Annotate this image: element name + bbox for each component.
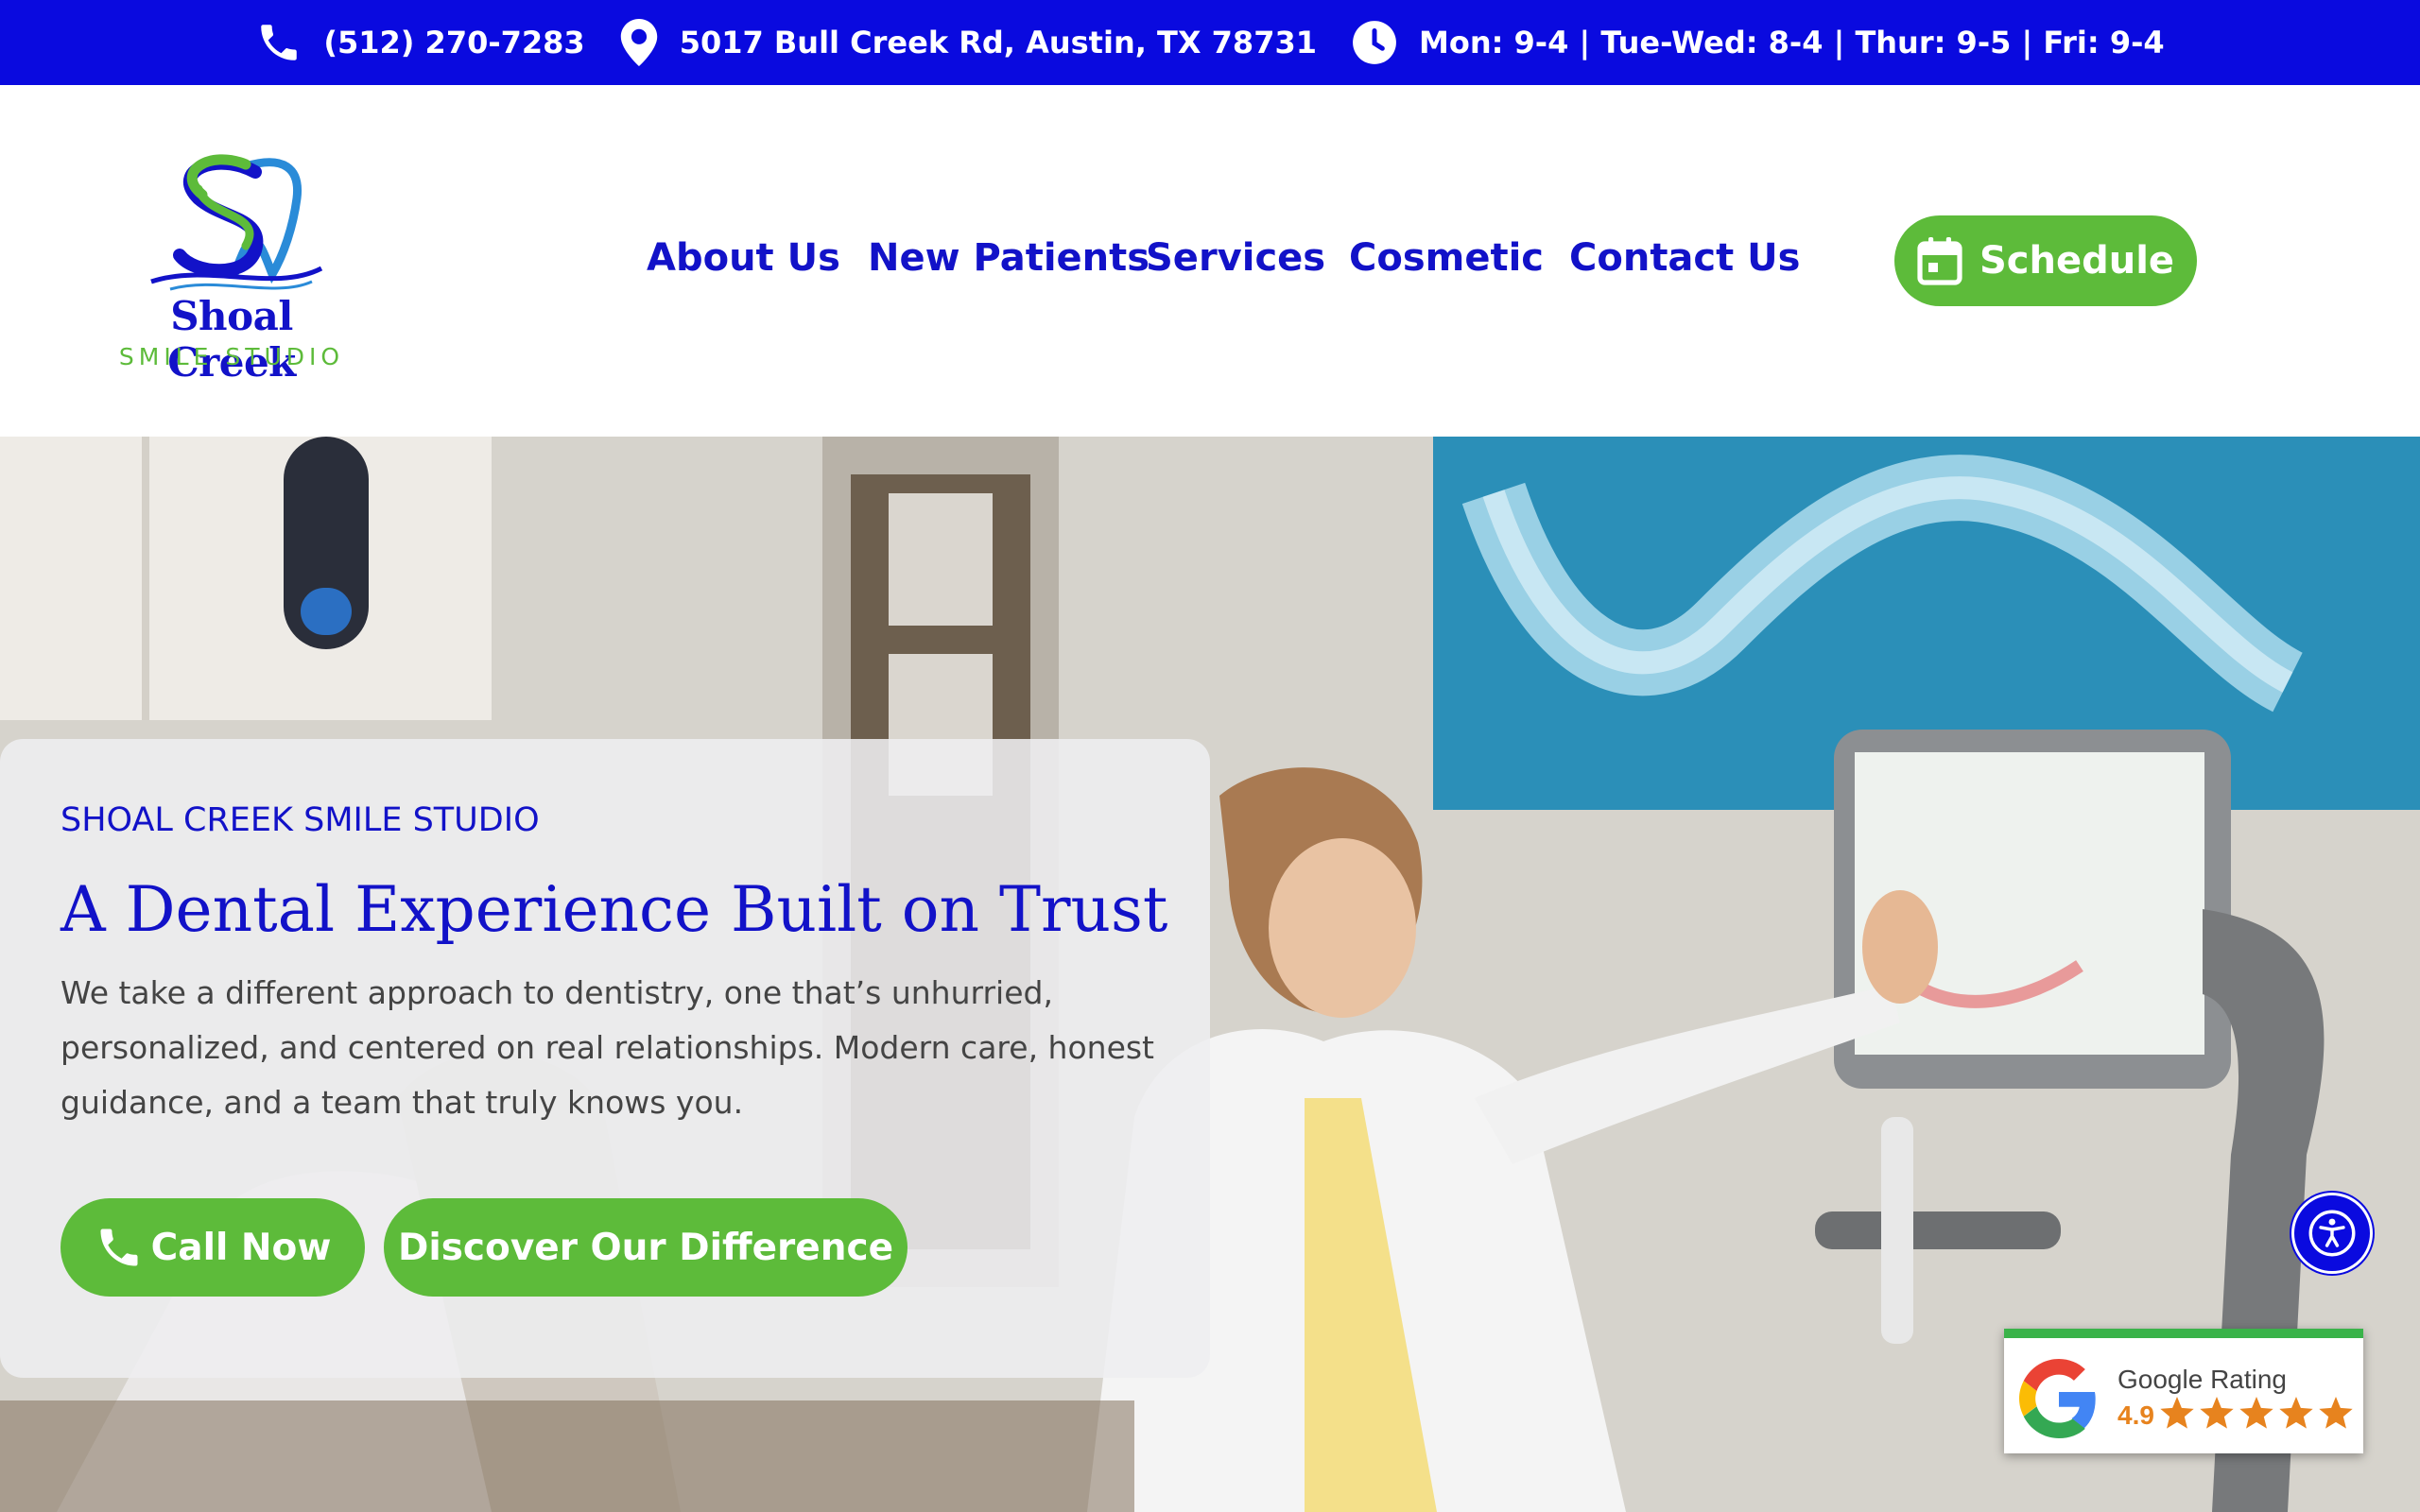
hours-text: Mon: 9-4 | Tue-Wed: 8-4 | Thur: 9-5 | Fr… (1418, 25, 2165, 60)
hours-item: Mon: 9-4 | Tue-Wed: 8-4 | Thur: 9-5 | Fr… (1351, 19, 2165, 66)
star-icon (2160, 1397, 2194, 1429)
accessibility-button[interactable] (2291, 1193, 2373, 1274)
hero-card: SHOAL CREEK SMILE STUDIO A Dental Experi… (0, 739, 1210, 1378)
logo-name: Shoal Creek (167, 293, 296, 386)
address-text[interactable]: 5017 Bull Creek Rd, Austin, TX 78731 (680, 25, 1317, 60)
nav-cosmetic[interactable]: Cosmetic (1349, 236, 1544, 280)
phone-icon (100, 1228, 138, 1266)
google-rating-title: Google Rating (2118, 1365, 2288, 1394)
call-now-button[interactable]: Call Now (60, 1198, 365, 1297)
call-now-label: Call Now (150, 1226, 332, 1269)
calendar-icon (1917, 237, 1962, 285)
google-g-icon (2019, 1359, 2096, 1438)
hero-body-text: We take a different approach to dentistr… (60, 974, 1154, 1121)
clock-icon (1353, 21, 1396, 64)
address-link[interactable]: 5017 Bull Creek Rd, Austin, TX 78731 (619, 19, 1317, 66)
nav-services[interactable]: Services (1146, 236, 1325, 280)
schedule-button[interactable]: Schedule (1894, 215, 2197, 306)
accessibility-icon (2308, 1210, 2356, 1257)
top-info-bar: (512) 270-7283 5017 Bull Creek Rd, Austi… (0, 0, 2420, 85)
star-icon (2279, 1397, 2313, 1429)
nav-contact-us[interactable]: Contact Us (1569, 236, 1800, 280)
discover-difference-button[interactable]: Discover Our Difference (384, 1198, 908, 1297)
discover-label: Discover Our Difference (397, 1226, 894, 1269)
hero-headline: A Dental Experience Built on Trust (60, 873, 1168, 946)
star-icon (2200, 1397, 2234, 1429)
logo-tagline: SMILE STUDIO (118, 343, 345, 370)
map-pin-icon (620, 19, 657, 66)
hero-eyebrow: SHOAL CREEK SMILE STUDIO (60, 801, 540, 839)
site-header: Shoal Creek SMILE STUDIO About Us New Pa… (0, 85, 2420, 437)
star-icon (2319, 1397, 2353, 1429)
star-icon (2239, 1397, 2273, 1429)
phone-number[interactable]: (512) 270-7283 (323, 25, 584, 60)
schedule-label: Schedule (1979, 239, 2175, 283)
phone-icon (261, 25, 298, 60)
nav-about-us[interactable]: About Us (647, 236, 840, 280)
rating-stars (2159, 1397, 2354, 1431)
google-rating-badge[interactable]: Google Rating 4.9 (2004, 1329, 2363, 1453)
phone-link[interactable]: (512) 270-7283 (255, 19, 585, 66)
nav-new-patients[interactable]: New Patients (868, 236, 1150, 280)
google-rating-score: 4.9 (2118, 1400, 2154, 1430)
